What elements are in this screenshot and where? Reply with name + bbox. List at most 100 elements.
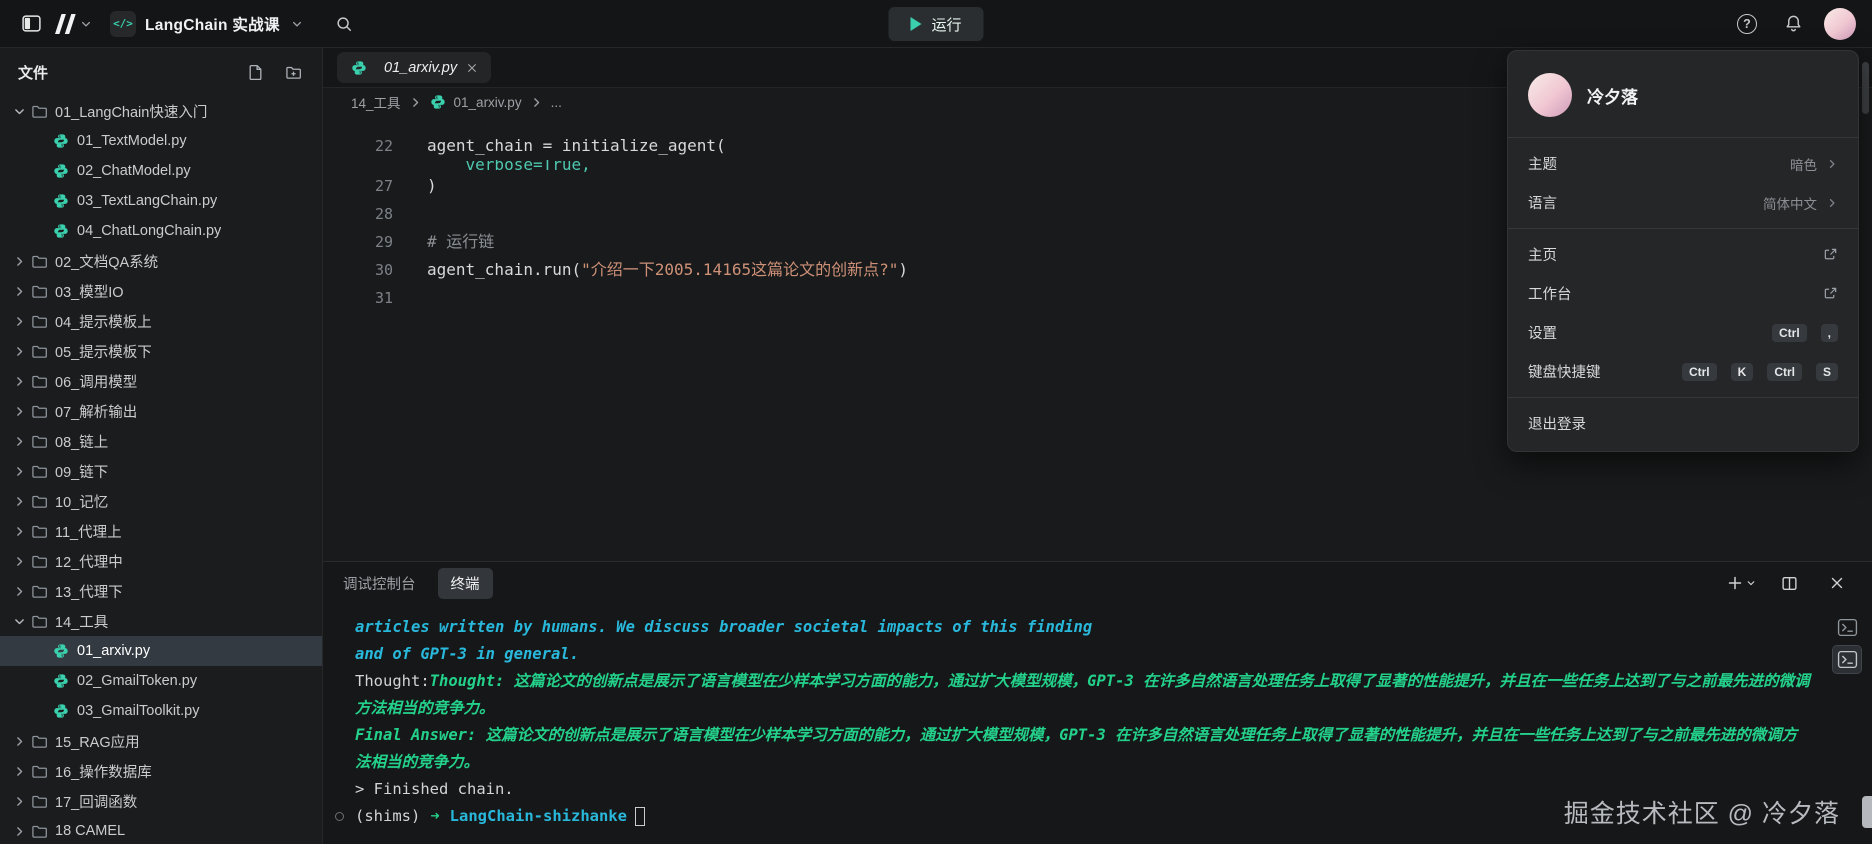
folder-icon bbox=[30, 493, 48, 510]
tab-terminal[interactable]: 终端 bbox=[438, 568, 493, 599]
menu-item-settings[interactable]: 设置 Ctrl, bbox=[1508, 313, 1858, 352]
tree-folder-item[interactable]: 04_提示模板上 bbox=[0, 306, 322, 336]
tree-file-item[interactable]: 01_TextModel.py bbox=[0, 126, 322, 156]
menu-label: 主页 bbox=[1528, 244, 1557, 265]
tree-folder-item[interactable]: 17_回调函数 bbox=[0, 786, 322, 816]
terminal-session-icon[interactable] bbox=[1833, 614, 1861, 641]
tab-debug-console[interactable]: 调试控制台 bbox=[343, 573, 416, 594]
project-switcher[interactable]: LangChain 实战课 bbox=[110, 11, 303, 37]
tree-folder-item[interactable]: 02_文档QA系统 bbox=[0, 246, 322, 276]
menu-label: 退出登录 bbox=[1528, 413, 1586, 434]
chevron-right-icon bbox=[12, 525, 27, 538]
tree-folder-item[interactable]: 14_工具 bbox=[0, 606, 322, 636]
bell-icon[interactable] bbox=[1778, 9, 1808, 39]
menu-item-shortcuts[interactable]: 键盘快捷键 CtrlKCtrlS bbox=[1508, 352, 1858, 391]
menu-value: 简体中文 bbox=[1763, 193, 1817, 213]
tree-folder-item[interactable]: 05_提示模板下 bbox=[0, 336, 322, 366]
tab-01-arxiv[interactable]: 01_arxiv.py bbox=[337, 52, 491, 83]
app: LangChain 实战课 运行 文件 bbox=[0, 0, 1872, 844]
explorer-header: 文件 bbox=[0, 48, 322, 96]
tree-folder-item[interactable]: 18 CAMEL bbox=[0, 816, 322, 844]
tree-item-label: 02_文档QA系统 bbox=[55, 251, 158, 272]
breadcrumb-item[interactable]: 01_arxiv.py bbox=[454, 95, 522, 110]
folder-icon bbox=[30, 733, 48, 750]
topbar: LangChain 实战课 运行 bbox=[0, 0, 1872, 48]
split-panel-icon[interactable] bbox=[1774, 568, 1804, 598]
tree-folder-item[interactable]: 11_代理上 bbox=[0, 516, 322, 546]
tree-item-label: 03_模型IO bbox=[55, 281, 124, 302]
folder-icon bbox=[30, 343, 48, 360]
terminal-session-icon[interactable] bbox=[1833, 646, 1861, 673]
file-explorer: 文件 01_LangChain快速入门 01_TextModel.py02_Cha… bbox=[0, 48, 323, 844]
folder-icon bbox=[30, 283, 48, 300]
tree-folder-item[interactable]: 08_链上 bbox=[0, 426, 322, 456]
menu-item-logout[interactable]: 退出登录 bbox=[1508, 404, 1858, 443]
external-link-icon bbox=[1823, 286, 1838, 301]
menu-label: 键盘快捷键 bbox=[1528, 361, 1601, 382]
new-file-icon[interactable] bbox=[244, 61, 266, 83]
avatar[interactable] bbox=[1824, 8, 1856, 40]
folder-icon bbox=[30, 583, 48, 600]
python-file-icon bbox=[350, 60, 368, 76]
close-panel-icon[interactable] bbox=[1822, 568, 1852, 598]
tree-item-label: 13_代理下 bbox=[55, 581, 123, 602]
folder-icon bbox=[30, 523, 48, 540]
close-icon[interactable] bbox=[466, 62, 478, 74]
explorer-title: 文件 bbox=[18, 62, 48, 83]
divider bbox=[1508, 397, 1858, 398]
line-number: 30 bbox=[323, 256, 393, 284]
new-terminal-button[interactable] bbox=[1727, 575, 1756, 591]
tree-file-item[interactable]: 04_ChatLongChain.py bbox=[0, 216, 322, 246]
tree-folder-item[interactable]: 12_代理中 bbox=[0, 546, 322, 576]
project-title: LangChain 实战课 bbox=[145, 13, 280, 35]
menu-item-homepage[interactable]: 主页 bbox=[1508, 235, 1858, 274]
tree-folder-item[interactable]: 13_代理下 bbox=[0, 576, 322, 606]
scrollbar-thumb[interactable] bbox=[1862, 62, 1869, 114]
breadcrumb-item[interactable]: 14_工具 bbox=[351, 92, 401, 112]
chevron-right-icon bbox=[409, 96, 422, 109]
tree-file-item[interactable]: 01_arxiv.py bbox=[0, 636, 322, 666]
tree-item-label: 16_操作数据库 bbox=[55, 761, 152, 782]
help-icon[interactable] bbox=[1732, 9, 1762, 39]
run-button[interactable]: 运行 bbox=[888, 7, 983, 41]
new-folder-icon[interactable] bbox=[282, 61, 304, 83]
tree-item-label: 04_ChatLongChain.py bbox=[77, 223, 221, 239]
folder-icon bbox=[30, 103, 48, 120]
tree-file-item[interactable]: 02_ChatModel.py bbox=[0, 156, 322, 186]
kbd-key: Ctrl bbox=[1682, 363, 1717, 381]
tree-folder-item[interactable]: 01_LangChain快速入门 bbox=[0, 96, 322, 126]
tree-folder-item[interactable]: 10_记忆 bbox=[0, 486, 322, 516]
tree-folder-item[interactable]: 06_调用模型 bbox=[0, 366, 322, 396]
kbd-key: K bbox=[1731, 363, 1754, 381]
shortcuts-keys: CtrlKCtrlS bbox=[1677, 363, 1838, 381]
tree-folder-item[interactable]: 09_链下 bbox=[0, 456, 322, 486]
chevron-right-icon bbox=[12, 255, 27, 268]
tree-file-item[interactable]: 03_TextLangChain.py bbox=[0, 186, 322, 216]
chevron-down-icon[interactable] bbox=[80, 18, 92, 30]
tree-folder-item[interactable]: 15_RAG应用 bbox=[0, 726, 322, 756]
menu-item-language[interactable]: 语言 简体中文 bbox=[1508, 183, 1858, 222]
prompt-arrow: ➜ bbox=[430, 803, 439, 830]
menu-item-theme[interactable]: 主题 暗色 bbox=[1508, 144, 1858, 183]
tree-file-item[interactable]: 02_GmailToken.py bbox=[0, 666, 322, 696]
menu-value: 暗色 bbox=[1790, 154, 1817, 174]
watermark-badge-clipped bbox=[1862, 796, 1872, 828]
search-icon[interactable] bbox=[329, 9, 359, 39]
menu-label: 主题 bbox=[1528, 153, 1557, 174]
tree-folder-item[interactable]: 07_解析输出 bbox=[0, 396, 322, 426]
breadcrumb-item[interactable]: ... bbox=[551, 95, 562, 110]
python-file-icon bbox=[52, 643, 70, 659]
kbd-key: Ctrl bbox=[1772, 324, 1807, 342]
divider bbox=[1508, 137, 1858, 138]
menu-item-workspace[interactable]: 工作台 bbox=[1508, 274, 1858, 313]
python-file-icon bbox=[52, 193, 70, 209]
chevron-down-icon bbox=[12, 105, 27, 118]
sidebar-toggle-icon[interactable] bbox=[16, 9, 46, 39]
tree-item-label: 01_LangChain快速入门 bbox=[55, 101, 207, 122]
tree-folder-item[interactable]: 16_操作数据库 bbox=[0, 756, 322, 786]
code-icon bbox=[110, 11, 136, 37]
app-logo-icon[interactable] bbox=[52, 13, 78, 35]
chevron-right-icon bbox=[12, 765, 27, 778]
tree-file-item[interactable]: 03_GmailToolkit.py bbox=[0, 696, 322, 726]
tree-folder-item[interactable]: 03_模型IO bbox=[0, 276, 322, 306]
